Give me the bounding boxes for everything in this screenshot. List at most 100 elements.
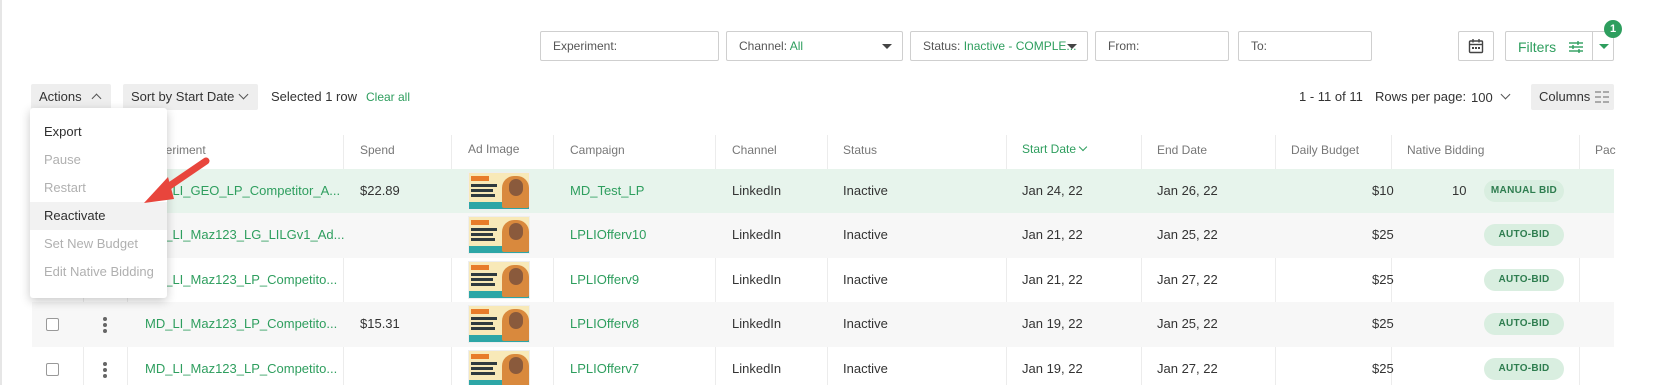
chevron-down-icon[interactable] [1500,89,1511,100]
bid-type-badge: AUTO-BID [1484,313,1564,335]
header-start-date-label: Start Date [1022,142,1077,156]
actions-button[interactable]: Actions [31,84,111,110]
from-label: From: [1108,39,1140,53]
daily-budget-value: $25 [1372,316,1394,331]
channel-select[interactable]: Channel: All [726,31,903,61]
ad-thumbnail[interactable] [468,216,530,254]
menu-item-edit-native-bidding: Edit Native Bidding [44,264,154,279]
ad-thumbnail[interactable] [468,305,530,343]
to-date-input[interactable]: To: [1238,31,1372,61]
campaign-link[interactable]: LPLIOfferv8 [570,316,639,331]
channel-value: LinkedIn [732,183,782,198]
calendar-icon [1468,39,1484,54]
header-pacing[interactable]: Pac [1595,143,1616,157]
daily-budget-value: $25 [1372,361,1394,376]
channel-label: Channel: [739,39,788,53]
rows-per-page-select[interactable]: 100 [1471,90,1493,105]
header-channel[interactable]: Channel [732,143,777,157]
bid-type-badge: MANUAL BID [1484,180,1564,202]
sliders-icon [1569,41,1583,53]
header-spend[interactable]: Spend [360,143,395,157]
campaign-link[interactable]: LPLIOfferv7 [570,361,639,376]
chevron-up-icon [91,93,102,104]
actions-label: Actions [39,89,82,104]
start-date-value: Jan 21, 22 [1022,272,1083,287]
sort-desc-icon [1078,142,1088,152]
experiment-filter-label: Experiment: [553,39,618,53]
calendar-button[interactable] [1458,31,1494,61]
channel-value: All [789,39,804,53]
left-border [0,0,2,385]
bid-type-badge: AUTO-BID [1484,224,1564,246]
campaign-link[interactable]: LPLIOfferv10 [570,227,646,242]
spend-value: $22.89 [360,183,400,198]
caret-down-icon [1067,44,1077,49]
row-checkbox[interactable] [46,363,59,376]
status-select[interactable]: Status: Inactive - COMPLE... [910,31,1088,61]
start-date-value: Jan 21, 22 [1022,227,1083,242]
header-campaign[interactable]: Campaign [570,143,625,157]
start-date-value: Jan 19, 22 [1022,361,1083,376]
caret-down-icon[interactable] [1599,44,1609,49]
experiment-link[interactable]: MD_LI_Maz123_LP_Competito... [145,316,337,331]
spend-value: $15.31 [360,316,400,331]
channel-value: LinkedIn [732,272,782,287]
from-date-input[interactable]: From: [1095,31,1229,61]
header-start-date[interactable]: Start Date [1022,142,1088,156]
header-daily-budget[interactable]: Daily Budget [1291,143,1359,157]
menu-item-export[interactable]: Export [30,118,167,146]
campaign-link[interactable]: LPLIOfferv9 [570,272,639,287]
table-row[interactable]: MD_LI_GEO_LP_Competitor_A... $22.89 MD_T… [32,169,1614,214]
columns-label: Columns [1539,89,1591,104]
header-status[interactable]: Status [843,143,877,157]
clear-all-link[interactable]: Clear all [366,90,410,104]
caret-down-icon [882,44,892,49]
ad-thumbnail[interactable] [468,350,530,385]
status-value: Inactive - COMPLE... [963,39,1077,53]
daily-budget-value: $10 [1372,183,1394,198]
annotation-arrow-icon [144,157,210,203]
table-row[interactable]: MD_LI_Maz123_LP_Competito... $15.31 LPLI… [32,302,1614,347]
end-date-value: Jan 25, 22 [1157,227,1218,242]
campaign-link[interactable]: MD_Test_LP [570,183,644,198]
row-menu-icon[interactable] [103,362,107,380]
bid-value: 10 [1452,183,1467,198]
start-date-value: Jan 24, 22 [1022,183,1083,198]
pagination-info: 1 - 11 of 11 [1299,89,1363,104]
header-end-date[interactable]: End Date [1157,143,1207,157]
table-row[interactable]: MD_LI_Maz123_LP_Competito... LPLIOfferv9… [32,258,1614,303]
menu-item-set-new-budget: Set New Budget [44,236,138,251]
filters-label: Filters [1518,39,1557,55]
daily-budget-value: $25 [1372,272,1394,287]
row-checkbox[interactable] [46,318,59,331]
table-row[interactable]: MD_LI_Maz123_LP_Competito... LPLIOfferv7… [32,347,1614,385]
end-date-value: Jan 27, 22 [1157,272,1218,287]
chevron-down-icon [238,89,249,100]
channel-value: LinkedIn [732,361,782,376]
sort-button[interactable]: Sort by Start Date [123,84,258,110]
experiment-link[interactable]: MD_LI_Maz123_LG_LILGv1_Ad... [145,227,344,242]
experiment-filter-input[interactable]: Experiment: [540,31,719,61]
sort-label: Sort by Start Date [131,89,235,104]
filters-count-badge: 1 [1604,20,1622,38]
row-menu-icon[interactable] [103,317,107,335]
ad-thumbnail[interactable] [468,172,530,210]
columns-button[interactable]: Columns [1531,84,1614,110]
ad-thumbnail[interactable] [468,261,530,299]
bid-type-badge: AUTO-BID [1484,358,1564,380]
status-value: Inactive [843,183,888,198]
header-native-bidding[interactable]: Native Bidding [1407,143,1484,157]
experiment-link[interactable]: MD_LI_Maz123_LP_Competito... [145,272,337,287]
table-row[interactable]: MD_LI_Maz123_LG_LILGv1_Ad... LPLIOfferv1… [32,213,1614,258]
header-ad-image[interactable]: Ad Image [468,142,519,156]
end-date-value: Jan 26, 22 [1157,183,1218,198]
status-value: Inactive [843,361,888,376]
experiment-link[interactable]: MD_LI_Maz123_LP_Competito... [145,361,337,376]
status-label: Status: [923,39,961,53]
to-label: To: [1251,39,1268,53]
end-date-value: Jan 25, 22 [1157,316,1218,331]
rows-per-page-label: Rows per page: [1375,89,1467,104]
filters-button[interactable]: Filters [1505,31,1614,61]
status-value: Inactive [843,227,888,242]
start-date-value: Jan 19, 22 [1022,316,1083,331]
